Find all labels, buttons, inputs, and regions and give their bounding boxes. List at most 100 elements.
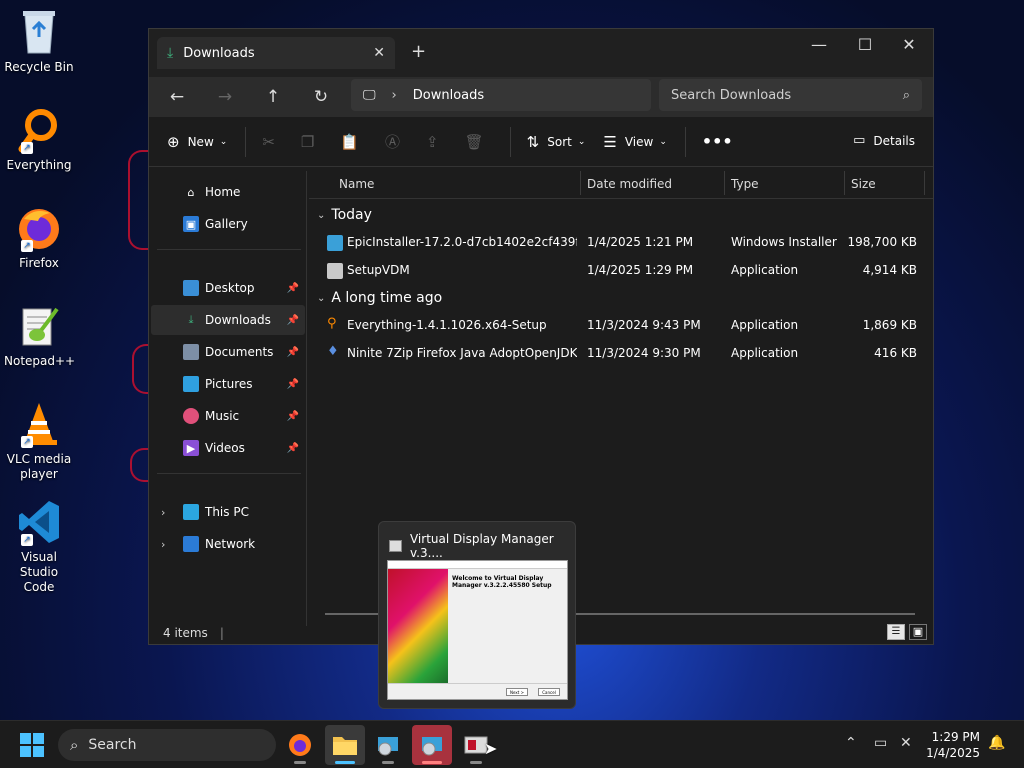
forward-button[interactable]: → bbox=[205, 87, 245, 107]
sort-button[interactable]: ⇅ Sort ⌄ bbox=[527, 133, 586, 151]
preview-footer: Next > Cancel bbox=[388, 683, 567, 699]
desktop-icon-vscode[interactable]: ↗ Visual Studio Code bbox=[4, 498, 74, 595]
search-input[interactable]: Search Downloads ⌕ bbox=[659, 79, 922, 111]
notification-bell-icon[interactable]: 🔔 bbox=[988, 735, 1005, 751]
sort-arrows-icon: ⇅ bbox=[526, 132, 540, 151]
breadcrumb-current: Downloads bbox=[412, 87, 485, 103]
divider[interactable] bbox=[724, 171, 725, 195]
column-header-name[interactable]: Name bbox=[339, 177, 374, 191]
divider[interactable] bbox=[844, 171, 845, 195]
pin-icon[interactable]: 📌 bbox=[287, 379, 299, 390]
desktop-icon-everything[interactable]: ↗ Everything bbox=[4, 106, 74, 173]
monitor-icon: 🖵 bbox=[363, 87, 376, 103]
divider[interactable] bbox=[580, 171, 581, 195]
delete-button[interactable]: 🗑 bbox=[465, 133, 492, 151]
refresh-button[interactable]: ↻ bbox=[301, 87, 341, 107]
sidebar-item-network[interactable]: › Network bbox=[151, 529, 305, 559]
new-tab-button[interactable]: + bbox=[411, 41, 426, 62]
group-label: Today bbox=[331, 207, 372, 223]
sidebar-item-gallery[interactable]: ▣ Gallery bbox=[151, 209, 305, 239]
taskbar-thumbnail-preview[interactable]: Virtual Display Manager v.3.... Welcome … bbox=[378, 521, 576, 709]
volume-muted-icon[interactable]: ✕ bbox=[900, 735, 912, 751]
magnifier-icon: ⚲ bbox=[327, 316, 337, 331]
group-header-today[interactable]: ⌄ Today bbox=[317, 207, 372, 223]
maximize-button[interactable]: ☐ bbox=[843, 35, 887, 54]
sidebar-item-desktop[interactable]: Desktop 📌 bbox=[151, 273, 305, 303]
up-button[interactable]: ↑ bbox=[253, 87, 293, 107]
desktop-icon-notepadpp[interactable]: Notepad++ bbox=[4, 302, 75, 369]
system-clock[interactable]: 1:29 PM 1/4/2025 bbox=[926, 729, 980, 761]
address-bar[interactable]: 🖵 › Downloads bbox=[351, 79, 651, 111]
more-options-button[interactable]: ••• bbox=[702, 132, 733, 151]
running-indicator bbox=[382, 761, 394, 764]
close-window-button[interactable]: ✕ bbox=[887, 35, 931, 54]
tiles-view-icon[interactable]: ▣ bbox=[909, 624, 927, 640]
desktop-icon-label: Visual Studio Code bbox=[19, 550, 59, 594]
chevron-up-icon[interactable]: ⌃ bbox=[845, 735, 857, 751]
column-header-size[interactable]: Size bbox=[851, 177, 876, 191]
view-button[interactable]: ☰ View ⌄ bbox=[603, 133, 666, 151]
taskbar-search[interactable]: ⌕ Search bbox=[58, 729, 276, 761]
column-header-type[interactable]: Type bbox=[731, 177, 759, 191]
desktop-icon-firefox[interactable]: ↗ Firefox bbox=[4, 204, 74, 271]
pin-icon[interactable]: 📌 bbox=[287, 283, 299, 294]
cut-button[interactable]: ✂ bbox=[262, 133, 283, 151]
new-button[interactable]: ⊕ New ⌄ bbox=[167, 133, 227, 151]
table-row[interactable]: SetupVDM 1/4/2025 1:29 PM Application 4,… bbox=[327, 257, 927, 285]
pin-icon[interactable]: 📌 bbox=[287, 315, 299, 326]
paste-button[interactable]: 📋 bbox=[340, 133, 367, 151]
sidebar-item-home[interactable]: ⌂ Home bbox=[151, 177, 305, 207]
minimize-button[interactable]: — bbox=[797, 35, 841, 54]
sidebar-item-downloads[interactable]: ⤓ Downloads 📌 bbox=[151, 305, 305, 335]
network-status-icon[interactable]: ▭ bbox=[874, 735, 887, 751]
chevron-right-icon[interactable]: › bbox=[161, 506, 165, 519]
back-button[interactable]: ← bbox=[157, 87, 197, 107]
share-icon: ⇪ bbox=[426, 132, 439, 151]
running-indicator bbox=[422, 761, 442, 764]
preview-heading: Welcome to Virtual Display Manager v.3.2… bbox=[452, 575, 552, 589]
taskbar-file-explorer[interactable] bbox=[325, 725, 365, 765]
column-header-date[interactable]: Date modified bbox=[587, 177, 672, 191]
start-button[interactable] bbox=[20, 733, 44, 757]
new-label: New bbox=[187, 134, 214, 149]
sidebar-item-documents[interactable]: Documents 📌 bbox=[151, 337, 305, 367]
divider[interactable] bbox=[924, 171, 925, 195]
pin-icon[interactable]: 📌 bbox=[287, 411, 299, 422]
divider bbox=[157, 473, 301, 474]
share-button[interactable]: ⇪ bbox=[426, 133, 447, 151]
sidebar-item-label: Desktop bbox=[205, 281, 255, 295]
tab-downloads[interactable]: ⤓ Downloads ✕ bbox=[157, 37, 395, 69]
copy-button[interactable]: ❐ bbox=[301, 133, 322, 151]
table-row[interactable]: ♦ Ninite 7Zip Firefox Java AdoptOpenJDK … bbox=[327, 340, 927, 368]
taskbar-firefox[interactable] bbox=[280, 725, 320, 765]
details-view-icon[interactable]: ☰ bbox=[887, 624, 905, 640]
vscode-icon: ↗ bbox=[15, 498, 63, 546]
sidebar-item-music[interactable]: Music 📌 bbox=[151, 401, 305, 431]
desktop-icon-vlc[interactable]: ↗ VLC media player bbox=[4, 400, 74, 482]
tab-close-icon[interactable]: ✕ bbox=[373, 45, 385, 61]
installer-file-icon bbox=[327, 235, 343, 251]
file-type: Application bbox=[731, 318, 799, 332]
desktop-icon-recycle-bin[interactable]: Recycle Bin bbox=[4, 8, 74, 75]
sidebar-item-this-pc[interactable]: › This PC bbox=[151, 497, 305, 527]
taskbar-setup-app[interactable] bbox=[368, 725, 408, 765]
group-header-older[interactable]: ⌄ A long time ago bbox=[317, 290, 442, 306]
preview-title-bar bbox=[388, 561, 567, 569]
sidebar-item-videos[interactable]: ▶ Videos 📌 bbox=[151, 433, 305, 463]
chevron-right-icon[interactable]: › bbox=[161, 538, 165, 551]
file-size: 198,700 KB bbox=[847, 235, 917, 249]
details-pane-button[interactable]: ▭ Details bbox=[853, 133, 915, 148]
table-row[interactable]: ⚲ Everything-1.4.1.1026.x64-Setup 11/3/2… bbox=[327, 312, 927, 340]
preview-body-line: ​ bbox=[452, 592, 564, 597]
sidebar-item-pictures[interactable]: Pictures 📌 bbox=[151, 369, 305, 399]
rename-icon: Ⓐ bbox=[385, 133, 401, 151]
taskbar-setup-app-2[interactable] bbox=[412, 725, 452, 765]
command-bar: ⊕ New ⌄ ✂ ❐ 📋 Ⓐ ⇪ 🗑 ⇅ Sort ⌄ ☰ View ⌄ ••… bbox=[149, 117, 933, 167]
rename-button[interactable]: Ⓐ bbox=[385, 131, 408, 152]
pin-icon[interactable]: 📌 bbox=[287, 347, 299, 358]
pin-icon[interactable]: 📌 bbox=[287, 443, 299, 454]
running-indicator bbox=[335, 761, 355, 764]
table-row[interactable]: EpicInstaller-17.2.0-d7cb1402e2cf439fb30… bbox=[327, 229, 927, 257]
shortcut-arrow-icon: ↗ bbox=[21, 436, 33, 448]
setup-banner bbox=[388, 569, 448, 685]
